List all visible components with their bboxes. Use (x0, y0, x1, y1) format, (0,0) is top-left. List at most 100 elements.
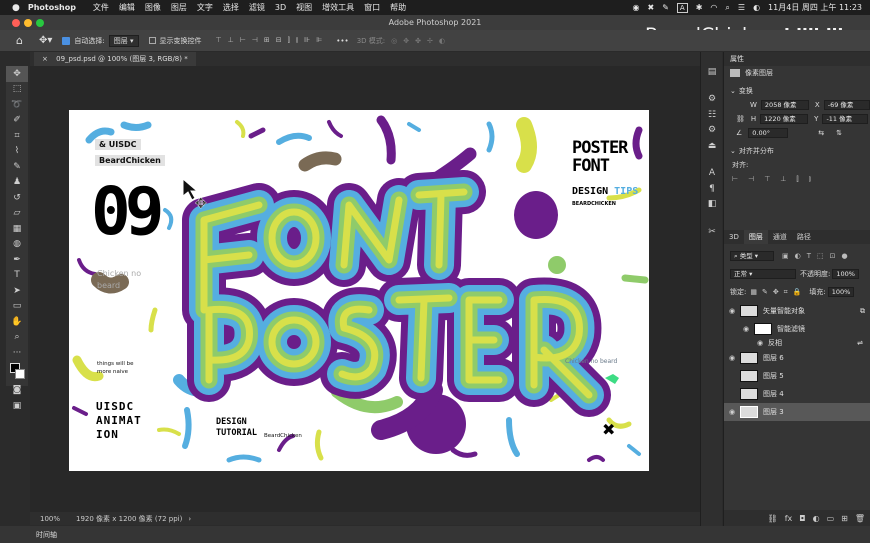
quick-mask-icon[interactable]: ◙ (6, 383, 28, 399)
show-transform-checkbox[interactable] (148, 37, 156, 44)
move-tool-preset-icon[interactable]: ✥▾ (39, 35, 52, 46)
record-icon[interactable]: ◉ (633, 3, 640, 12)
character-panel-icon[interactable]: A (701, 166, 723, 182)
home-icon[interactable]: ⌂ (16, 34, 23, 47)
document-tab[interactable]: × 09_psd.psd @ 100% (图层 3, RGB/8) * (34, 52, 196, 66)
tab-3d[interactable]: 3D (724, 230, 744, 244)
layer-name[interactable]: 图层 5 (763, 371, 784, 381)
tab-layers[interactable]: 图层 (743, 230, 768, 244)
menu-select[interactable]: 选择 (223, 2, 239, 13)
lock-icons[interactable]: ▦✎✥⌗🔒 (750, 288, 806, 297)
layer-row-selected[interactable]: ◉ 图层 3 (724, 403, 870, 421)
zoom-level[interactable]: 100% (40, 515, 60, 523)
mask-icon[interactable]: ◘ (799, 514, 805, 523)
eraser-tool-icon[interactable]: ▱ (6, 206, 28, 222)
siri-icon[interactable]: ◐ (753, 3, 760, 12)
actions-panel-icon[interactable]: ⏏ (701, 138, 723, 154)
link-icon[interactable]: ⛓ (768, 514, 778, 523)
menu-image[interactable]: 图像 (145, 2, 161, 13)
paragraph-panel-icon[interactable]: ¶ (701, 181, 723, 197)
close-window-button[interactable] (12, 19, 20, 27)
menu-view[interactable]: 视图 (296, 2, 312, 13)
flip-horizontal-icon[interactable]: ⇆ (818, 129, 824, 137)
blend-mode-dropdown[interactable]: 正常 ▾ (730, 269, 796, 279)
auto-select-dropdown[interactable]: 图层 ▾ (108, 34, 139, 47)
history-panel-icon[interactable]: ▤ (701, 64, 723, 80)
lasso-tool-icon[interactable]: ➰ (6, 97, 28, 113)
path-select-tool-icon[interactable]: ➤ (6, 283, 28, 299)
chevron-down-icon[interactable]: ⌄ (730, 87, 736, 95)
layer-filter-icons[interactable]: ▣◐T⬚⊡● (782, 252, 854, 260)
search-icon[interactable]: ⌕ (725, 3, 729, 13)
crop-tool-icon[interactable]: ⌗ (6, 128, 28, 144)
fill-field[interactable]: 100% (827, 287, 855, 297)
color-swatches[interactable] (6, 361, 28, 383)
stamp-tool-icon[interactable]: ♟ (6, 175, 28, 191)
eye-icon[interactable]: ◉ (752, 339, 768, 347)
shape-tool-icon[interactable]: ▭ (6, 299, 28, 315)
bluetooth-icon[interactable]: ✱ (696, 3, 703, 12)
layer-name[interactable]: 图层 3 (763, 407, 784, 417)
background-color[interactable] (15, 368, 25, 379)
move-tool-icon[interactable]: ✥ (6, 66, 28, 82)
marquee-tool-icon[interactable]: ⬚ (6, 82, 28, 98)
adjustments-panel-icon[interactable]: ☷ (701, 107, 723, 123)
menu-filter[interactable]: 滤镜 (249, 2, 265, 13)
capcut-icon[interactable]: ✖ (648, 3, 655, 12)
transform-section[interactable]: ⌄ 变换 (724, 84, 870, 98)
auto-select-checkbox[interactable] (62, 36, 71, 45)
eye-icon[interactable]: ◉ (724, 307, 740, 315)
layer-row[interactable]: ◉ 图层 6 (724, 349, 870, 367)
minimize-window-button[interactable] (24, 19, 32, 27)
h-field[interactable]: 1220 像素 (760, 114, 809, 124)
properties-header[interactable]: 属性 (724, 52, 870, 66)
tab-paths[interactable]: 路径 (792, 230, 816, 244)
folder-icon[interactable]: ▭ (827, 514, 835, 523)
layer-name[interactable]: 图层 4 (763, 389, 784, 399)
menu-layer[interactable]: 图层 (171, 2, 187, 13)
close-document-icon[interactable]: × (42, 55, 48, 63)
menu-type[interactable]: 文字 (197, 2, 213, 13)
opacity-field[interactable]: 100% (832, 269, 859, 279)
chevron-down-icon[interactable]: ⌄ (730, 147, 736, 155)
poster-canvas[interactable]: & UISDC BeardChicken 09 Chicken no beard… (69, 110, 649, 471)
link-dimensions-icon[interactable]: ⛓ (736, 115, 745, 123)
menu-plugins[interactable]: 增效工具 (322, 2, 354, 13)
adjustment-icon[interactable]: ◐ (813, 514, 820, 523)
properties-panel-icon[interactable]: ⚙ (701, 92, 723, 108)
timeline-tab[interactable]: 时间轴 (36, 530, 57, 540)
eye-icon[interactable]: ◉ (738, 325, 754, 333)
eye-icon[interactable]: ◉ (724, 408, 740, 416)
layer-name[interactable]: 图层 6 (763, 353, 784, 363)
menu-3d[interactable]: 3D (275, 3, 286, 12)
type-tool-icon[interactable]: T (6, 268, 28, 284)
flip-vertical-icon[interactable]: ⇅ (836, 129, 842, 137)
zoom-tool-icon[interactable]: ⌕ (6, 330, 28, 346)
menubar-clock[interactable]: 11月4日 周四 上午 11:23 (768, 2, 862, 13)
layer-kind-dropdown[interactable]: ⌕ 类型 ▾ (730, 251, 774, 261)
x-field[interactable]: -69 像素 (823, 100, 870, 110)
doc-info-arrow[interactable]: › (188, 515, 191, 523)
layer-row[interactable]: 图层 4 (724, 385, 870, 403)
eye-icon[interactable]: ◉ (724, 354, 740, 362)
layer-name[interactable]: 反相 (768, 338, 782, 348)
hand-tool-icon[interactable]: ✋ (6, 314, 28, 330)
control-center-icon[interactable]: ☰ (738, 3, 745, 12)
glyphs-panel-icon[interactable]: ◧ (701, 197, 723, 213)
ink-icon[interactable]: ✎ (662, 3, 669, 12)
layer-name[interactable]: 智能滤镜 (777, 324, 805, 334)
menu-edit[interactable]: 编辑 (119, 2, 135, 13)
eyedropper-tool-icon[interactable]: ⌇ (6, 144, 28, 160)
libraries-panel-icon[interactable]: ⚙ (701, 123, 723, 139)
angle-field[interactable]: 0.00° (748, 128, 789, 138)
menu-file[interactable]: 文件 (93, 2, 109, 13)
new-layer-icon[interactable]: ⊞ (841, 514, 848, 523)
brush-tool-icon[interactable]: ✎ (6, 159, 28, 175)
tool-presets-icon[interactable]: ✂ (701, 224, 723, 240)
history-brush-icon[interactable]: ↺ (6, 190, 28, 206)
menu-window[interactable]: 窗口 (364, 2, 380, 13)
align-section[interactable]: ⌄ 对齐并分布 (724, 144, 870, 158)
gradient-tool-icon[interactable]: ▦ (6, 221, 28, 237)
more-tools-icon[interactable]: ··· (6, 345, 28, 361)
layer-name[interactable]: 矢量智能对象 (763, 306, 805, 316)
